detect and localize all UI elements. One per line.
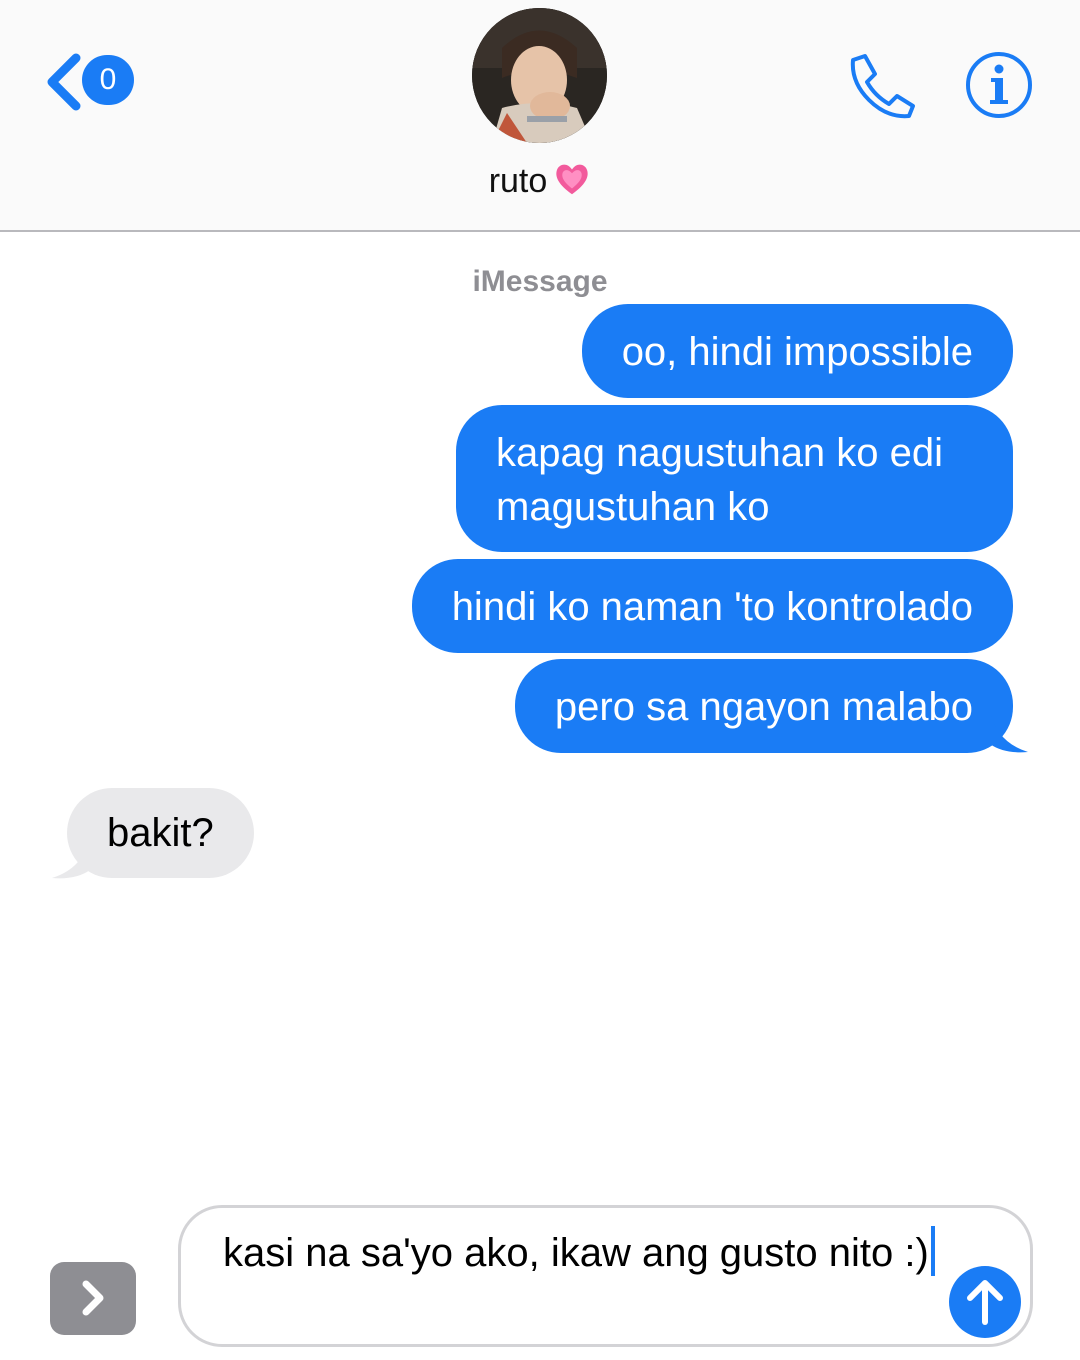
message-bubble-outgoing[interactable]: oo, hindi impossible [581, 304, 1013, 398]
contact-name-text: ruto [488, 162, 548, 200]
avatar[interactable] [472, 8, 607, 143]
phone-icon[interactable] [843, 50, 917, 120]
bubble-tail [990, 710, 1028, 753]
bubble-tail [52, 836, 90, 879]
message-bubble-outgoing[interactable]: pero sa ngayon malabo [514, 659, 1013, 753]
unread-count-badge[interactable]: 0 [82, 55, 134, 105]
arrow-up-icon [967, 1280, 1003, 1325]
message-input-text[interactable]: kasi na sa'yo ako, ikaw ang gusto nito :… [223, 1226, 943, 1280]
contact-name[interactable]: ruto [0, 160, 1080, 207]
send-button[interactable] [949, 1266, 1021, 1338]
service-label: iMessage [472, 265, 608, 298]
message-bubble-outgoing[interactable]: hindi ko naman 'to kontrolado [411, 559, 1013, 653]
message-bubble-outgoing[interactable]: kapag nagustuhan ko edi magustuhan ko [456, 405, 1013, 552]
draft-text: kasi na sa'yo ako, ikaw ang gusto nito :… [223, 1231, 929, 1275]
expand-apps-button[interactable] [50, 1262, 136, 1335]
message-input[interactable]: kasi na sa'yo ako, ikaw ang gusto nito :… [178, 1205, 1033, 1347]
message-bubble-incoming[interactable]: bakit? [67, 788, 254, 878]
conversation-header: 0 ruto [0, 0, 1080, 232]
text-caret [930, 1226, 935, 1276]
info-icon[interactable] [964, 50, 1034, 120]
pink-heart-icon [553, 160, 591, 207]
